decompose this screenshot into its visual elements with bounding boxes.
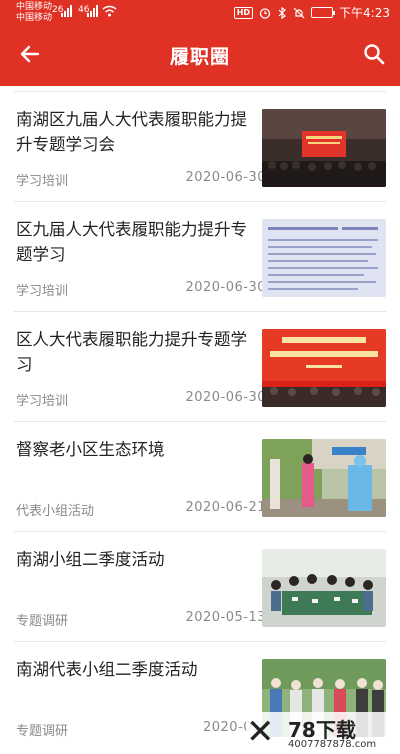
app-header: 中国移动 中国移动 26 46 HD 下午4:23 履职圈 [0, 0, 400, 86]
item-thumbnail[interactable] [262, 219, 386, 297]
item-date: 2020-05-13 [185, 610, 266, 625]
item-date: 2020-06-30 [185, 280, 266, 295]
group-meeting-image [262, 549, 386, 627]
mute-bell-icon [293, 7, 305, 18]
list-item[interactable]: 区九届人大代表履职能力提升专题学习 学习培训 2020-06-30 [14, 201, 386, 311]
watermark-url: 4007787878.com [288, 739, 377, 750]
meeting-hall-image [262, 109, 386, 187]
bluetooth-icon [278, 6, 286, 19]
hd-badge: HD [233, 6, 254, 19]
battery-icon [311, 7, 336, 18]
item-thumbnail[interactable] [262, 109, 386, 187]
article-list: 南湖区九届人大代表履职能力提升专题学习会 学习培训 2020-06-30 区九届… [0, 91, 400, 751]
item-thumbnail[interactable] [262, 549, 386, 627]
item-category: 专题调研 [16, 614, 69, 629]
list-item[interactable]: 南湖小组二季度活动 专题调研 2020-05-13 [14, 531, 386, 641]
item-date: 2020-06-30 [185, 170, 266, 185]
wifi-icon [102, 5, 117, 17]
item-date: 2020-06-30 [185, 390, 266, 405]
signal-2-icon [87, 5, 98, 17]
item-category: 专题调研 [16, 724, 69, 739]
outdoor-inspection-image [262, 439, 386, 517]
status-bar: 中国移动 中国移动 26 46 HD 下午4:23 [0, 0, 400, 26]
item-category: 学习培训 [16, 394, 69, 409]
list-item[interactable]: 南湖区九届人大代表履职能力提升专题学习会 学习培训 2020-06-30 [14, 91, 386, 201]
search-icon[interactable] [362, 42, 386, 66]
watermark-logo-icon: ✕ [246, 712, 275, 752]
item-category: 学习培训 [16, 174, 69, 189]
item-category: 代表小组活动 [16, 504, 95, 519]
status-right: HD 下午4:23 [233, 4, 390, 21]
list-item[interactable]: 区人大代表履职能力提升专题学习 学习培训 2020-06-30 [14, 311, 386, 421]
item-title[interactable]: 南湖小组二季度活动 [16, 547, 248, 572]
alarm-icon [259, 7, 271, 19]
red-banner-image [262, 329, 386, 407]
item-title[interactable]: 督察老小区生态环境 [16, 437, 248, 462]
watermark: ✕ 78下载 4007787878.com [246, 712, 396, 754]
list-item[interactable]: 督察老小区生态环境 代表小组活动 2020-06-21 [14, 421, 386, 531]
item-title[interactable]: 区人大代表履职能力提升专题学习 [16, 327, 248, 377]
item-date: 2020-06-21 [185, 500, 266, 515]
item-thumbnail[interactable] [262, 329, 386, 407]
item-title[interactable]: 区九届人大代表履职能力提升专题学习 [16, 217, 248, 267]
carrier-1: 中国移动 [16, 2, 53, 12]
item-thumbnail[interactable] [262, 439, 386, 517]
signal-1-icon [61, 5, 72, 17]
nav-bar: 履职圈 [0, 30, 400, 82]
item-title[interactable]: 南湖区九届人大代表履职能力提升专题学习会 [16, 107, 248, 157]
item-category: 学习培训 [16, 284, 69, 299]
clock: 下午4:23 [339, 6, 390, 20]
document-slide-image [262, 219, 386, 297]
page-title: 履职圈 [169, 46, 230, 68]
carrier-2: 中国移动 [16, 13, 53, 23]
carrier-info: 中国移动 中国移动 [16, 2, 52, 24]
item-title[interactable]: 南湖代表小组二季度活动 [16, 657, 248, 682]
